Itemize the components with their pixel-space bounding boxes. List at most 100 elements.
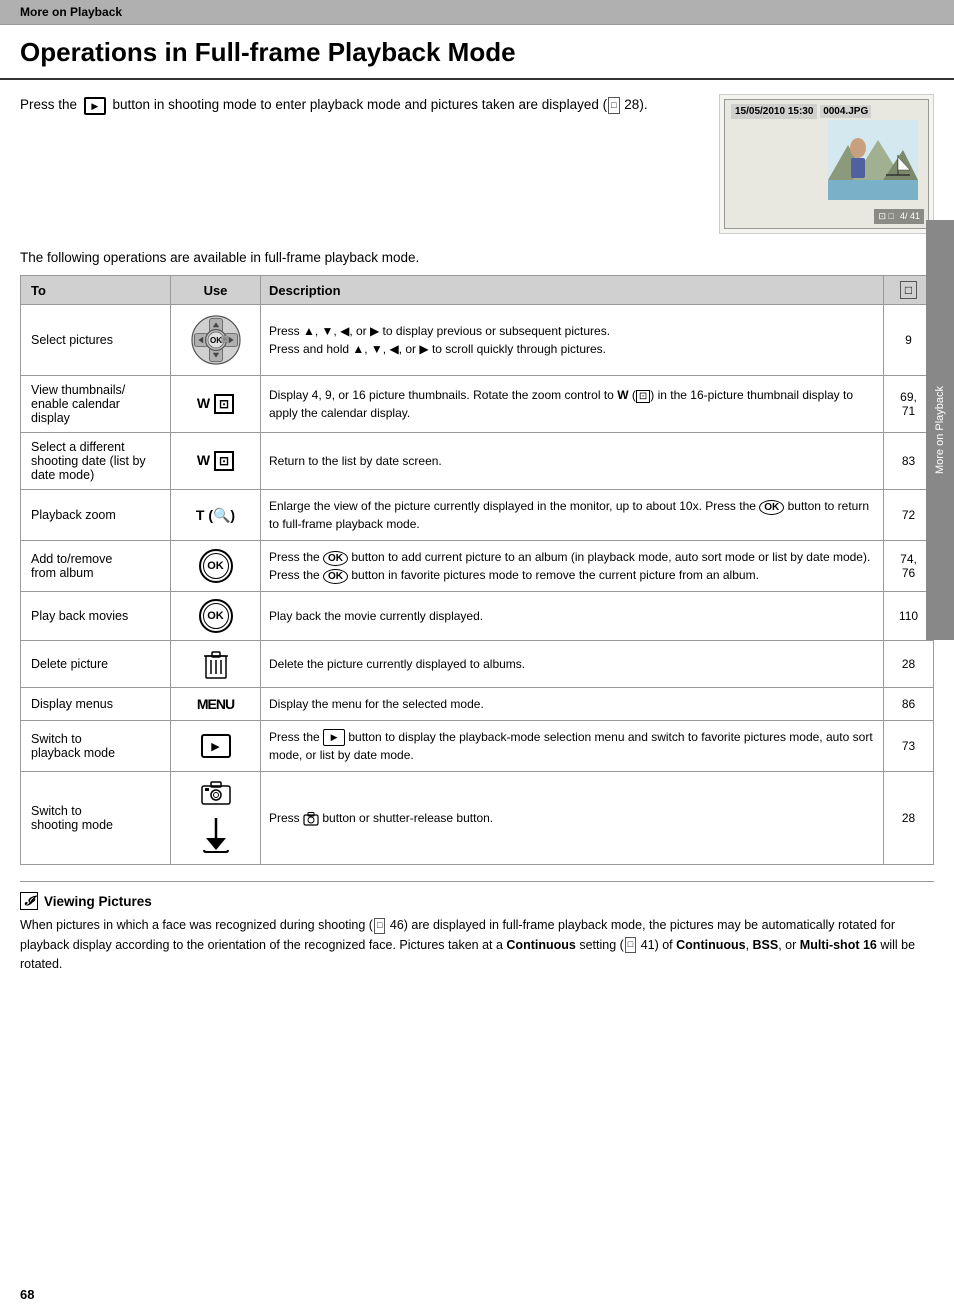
row-to-add-album: Add to/removefrom album [21,541,171,592]
row-desc-add-album: Press the OK button to add current pictu… [261,541,884,592]
ok-double-icon: OK [199,599,233,633]
camera-datetime: 15/05/2010 15:30 [731,104,817,119]
t-bracket-icon: T (🔍) [196,507,235,524]
ref-book-icon: □ [900,281,917,299]
table-row: Switch toplayback mode ▶ Press the ▶ but… [21,721,934,772]
table-row: Display menus MENU Display the menu for … [21,688,934,721]
camera-preview: 15/05/2010 15:30 0004.JPG [719,94,934,234]
operations-text: The following operations are available i… [0,250,954,265]
table-row: Playback zoom T (🔍) Enlarge the view of … [21,490,934,541]
preview-bottom-bar: ⊡ □ 4/ 41 [874,209,924,224]
row-ref-switch-shooting: 28 [884,772,934,865]
dpad-svg: OK [188,312,244,368]
camera-inline-icon [303,811,319,827]
row-to-switch-shooting: Switch toshooting mode [21,772,171,865]
row-ref-switch-playback: 73 [884,721,934,772]
row-to-play-movies: Play back movies [21,592,171,641]
table-row: Select pictures [21,305,934,376]
book-ref-icon: □ [608,97,619,113]
play-btn-icon-container: ▶ [179,734,252,758]
t-icon-container: T (🔍) [179,507,252,524]
row-desc-playback-zoom: Enlarge the view of the picture currentl… [261,490,884,541]
row-use-ok-double: OK [171,592,261,641]
row-use-shutter-icon [171,812,261,865]
intro-section: Press the ▶ button in shooting mode to e… [0,94,954,234]
table-row: Switch toshooting mode Press button or s [21,772,934,813]
w-bracket-icon2: W ⊡ [197,451,234,471]
page-container: More on Playback Operations in Full-fram… [0,0,954,1314]
menu-text-icon: MENU [197,696,234,712]
note-title: Viewing Pictures [44,894,152,909]
w-bracket-icon: W ⊡ [197,394,234,414]
page-title: Operations in Full-frame Playback Mode [0,25,954,80]
page-number: 68 [20,1287,34,1302]
dpad-icon-container: OK [179,312,252,368]
table-row: View thumbnails/enable calendardisplay W… [21,376,934,433]
section-header-text: More on Playback [20,5,122,19]
note-icon: 𝓘 [20,892,38,910]
ok-circle-icon: OK [199,549,233,583]
row-use-dpad: OK [171,305,261,376]
row-desc-select-date: Return to the list by date screen. [261,433,884,490]
table-row: Add to/removefrom album OK Press the OK … [21,541,934,592]
preview-image [828,120,918,200]
row-use-t-bracket: T (🔍) [171,490,261,541]
camera-preview-inner: 15/05/2010 15:30 0004.JPG [724,99,929,229]
menu-icon-container: MENU [179,696,252,712]
col-header-use: Use [171,276,261,305]
table-row: Select a different shooting date (list b… [21,433,934,490]
row-use-w-bracket2: W ⊡ [171,433,261,490]
row-to-switch-playback: Switch toplayback mode [21,721,171,772]
continuous-bold2: Continuous [676,938,745,952]
row-use-trash [171,641,261,688]
w-icon-container2: W ⊡ [179,451,252,471]
shutter-icon [198,816,234,854]
table-row: Delete picture [21,641,934,688]
continuous-bold1: Continuous [506,938,575,952]
row-to-select-date: Select a different shooting date (list b… [21,433,171,490]
svg-text:OK: OK [210,336,222,345]
multishot-bold: Multi-shot 16 [800,938,877,952]
trash-icon [202,648,230,680]
col-header-desc: Description [261,276,884,305]
note-body: When pictures in which a face was recogn… [20,916,934,974]
note-ref2-icon: □ [625,937,636,953]
row-desc-play-movies: Play back the movie currently displayed. [261,592,884,641]
row-desc-delete: Delete the picture currently displayed t… [261,641,884,688]
w-icon-container: W ⊡ [179,394,252,414]
row-desc-switch-shooting: Press button or shutter-release button. [261,772,884,865]
col-header-to: To [21,276,171,305]
row-to-thumbnails: View thumbnails/enable calendardisplay [21,376,171,433]
trash-icon-container [179,648,252,680]
row-ref-display-menus: 86 [884,688,934,721]
row-desc-thumbnails: Display 4, 9, or 16 picture thumbnails. … [261,376,884,433]
row-use-menu: MENU [171,688,261,721]
note-header: 𝓘 Viewing Pictures [20,892,934,910]
row-desc-select-pictures: Press ▲, ▼, ◀, or ▶ to display previous … [261,305,884,376]
operations-table: To Use Description □ Select pictures [20,275,934,865]
row-use-camera-icon [171,772,261,813]
side-tab-label: More on Playback [934,386,946,474]
note-section: 𝓘 Viewing Pictures When pictures in whic… [20,881,934,974]
row-ref-delete: 28 [884,641,934,688]
bss-bold: BSS [753,938,779,952]
play-button-icon: ▶ [84,97,106,115]
camera-filename: 0004.JPG [820,105,871,118]
ok-double-icon-container: OK [179,599,252,633]
table-row: Play back movies OK Play back the movie … [21,592,934,641]
note-ref1-icon: □ [374,918,385,934]
row-desc-switch-playback: Press the ▶ button to display the playba… [261,721,884,772]
row-use-w-bracket: W ⊡ [171,376,261,433]
row-desc-display-menus: Display the menu for the selected mode. [261,688,884,721]
side-tab: More on Playback [926,220,954,640]
main-content: More on Playback Operations in Full-fram… [0,0,954,1314]
row-to-display-menus: Display menus [21,688,171,721]
section-header: More on Playback [0,0,954,25]
table-header-row: To Use Description □ [21,276,934,305]
row-to-select-pictures: Select pictures [21,305,171,376]
camera-icon [201,779,231,805]
row-use-ok-circle: OK [171,541,261,592]
play-btn-icon: ▶ [201,734,231,758]
ok-circle-icon-container: OK [179,549,252,583]
row-use-play-btn: ▶ [171,721,261,772]
